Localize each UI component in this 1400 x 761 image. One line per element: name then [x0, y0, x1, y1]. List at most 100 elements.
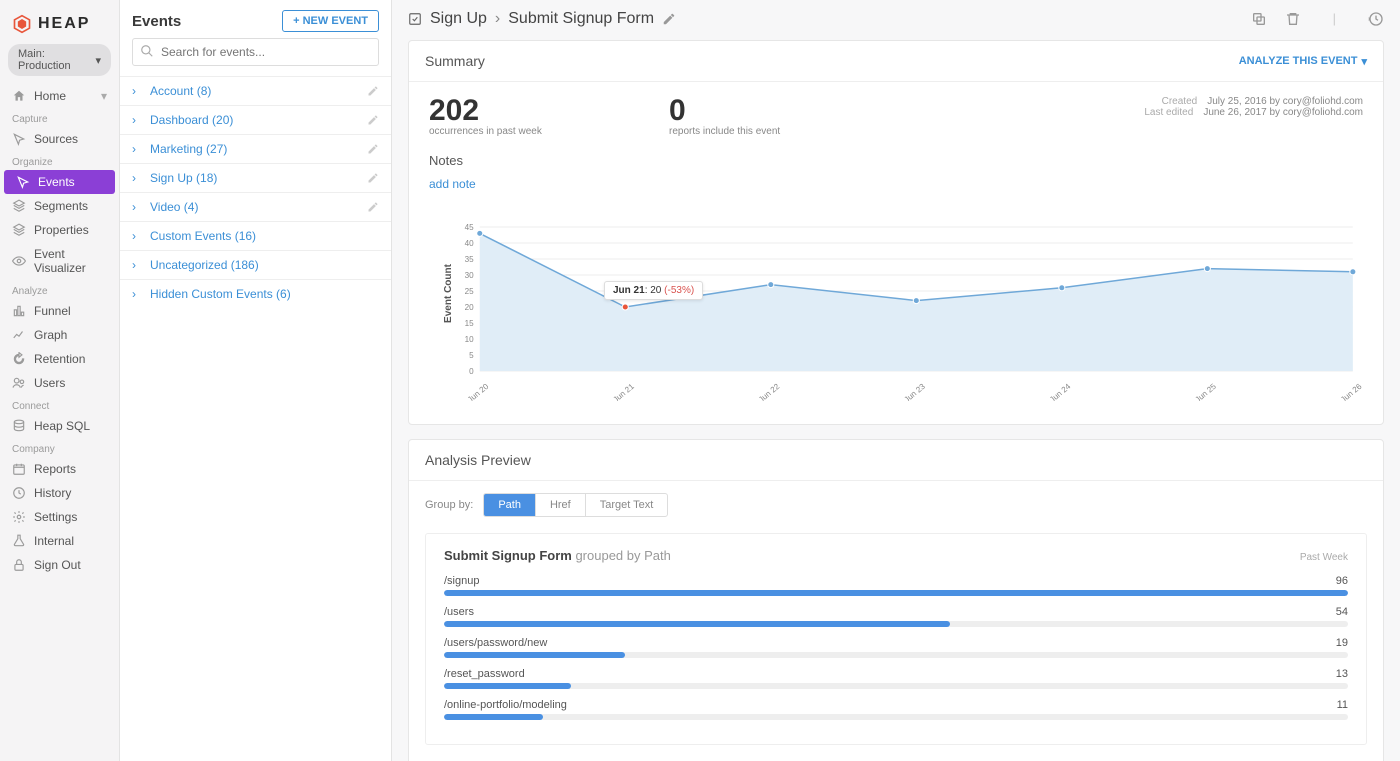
preview-subtitle: Submit Signup Form grouped by Path [444, 548, 671, 563]
environment-selector[interactable]: Main: Production ▾ [8, 44, 111, 76]
sidebar-item-events[interactable]: Events [4, 170, 115, 194]
bar-label: /users [444, 606, 474, 618]
svg-text:Jun 22: Jun 22 [757, 382, 782, 401]
sidebar-item-label: Reports [34, 462, 76, 476]
sidebar-item-internal[interactable]: Internal [0, 529, 119, 553]
sidebar-item-funnel[interactable]: Funnel [0, 299, 119, 323]
svg-text:Jun 21: Jun 21 [611, 382, 636, 401]
event-category-label: Dashboard (20) [150, 113, 233, 127]
sidebar-item-heap-sql[interactable]: Heap SQL [0, 414, 119, 438]
copy-icon[interactable] [1251, 11, 1267, 27]
sidebar-group-label: Company [0, 438, 119, 457]
created-value: July 25, 2016 by cory@foliohd.com [1207, 96, 1363, 107]
bar-track [444, 590, 1348, 596]
sidebar-item-reports[interactable]: Reports [0, 457, 119, 481]
heap-logo-icon [12, 14, 32, 34]
bar-label: /reset_password [444, 668, 525, 680]
gear-icon [12, 510, 26, 524]
svg-text:35: 35 [465, 255, 475, 264]
sidebar-item-label: Graph [34, 328, 67, 342]
sidebar-item-label: Heap SQL [34, 419, 90, 433]
chevron-down-icon: ▾ [101, 89, 107, 103]
event-category[interactable]: ›Custom Events (16) [120, 221, 391, 250]
pencil-icon[interactable] [662, 12, 676, 26]
main-content: Sign Up › Submit Signup Form | Summary A… [392, 0, 1400, 761]
event-category-label: Video (4) [150, 200, 198, 214]
chevron-right-icon: › [132, 258, 142, 272]
pencil-icon[interactable] [367, 201, 379, 213]
sidebar-item-label: Settings [34, 510, 77, 524]
sidebar-item-event-visualizer[interactable]: Event Visualizer [0, 242, 119, 280]
pencil-icon[interactable] [367, 114, 379, 126]
event-category[interactable]: ›Uncategorized (186) [120, 250, 391, 279]
svg-text:Jun 26: Jun 26 [1339, 382, 1363, 401]
sidebar-item-settings[interactable]: Settings [0, 505, 119, 529]
bar-value: 54 [1336, 606, 1348, 618]
event-category[interactable]: › Dashboard (20) [120, 105, 391, 134]
event-category[interactable]: ›Video (4) [120, 192, 391, 221]
summary-title: Summary [425, 53, 485, 69]
trash-icon[interactable] [1285, 11, 1301, 27]
chevron-right-icon: › [132, 113, 142, 127]
separator: | [1333, 11, 1336, 27]
sidebar-item-history[interactable]: History [0, 481, 119, 505]
event-category-label: Sign Up (18) [150, 171, 217, 185]
sidebar-item-properties[interactable]: Properties [0, 218, 119, 242]
breadcrumb-parent[interactable]: Sign Up [430, 10, 487, 28]
sidebar-item-label: Sources [34, 132, 78, 146]
svg-text:5: 5 [469, 351, 474, 360]
pencil-icon[interactable] [367, 85, 379, 97]
sidebar-item-sources[interactable]: Sources [0, 127, 119, 151]
breadcrumb-bar: Sign Up › Submit Signup Form | [408, 0, 1384, 40]
pencil-icon[interactable] [367, 143, 379, 155]
event-category[interactable]: ›Marketing (27) [120, 134, 391, 163]
sidebar-item-label: Funnel [34, 304, 71, 318]
events-panel: Events + NEW EVENT ›Account (8)›Dashboar… [120, 0, 392, 761]
sidebar-item-label: Event Visualizer [34, 247, 107, 275]
analyze-event-link[interactable]: ANALYZE THIS EVENT ▾ [1239, 55, 1367, 68]
event-category[interactable]: ›Hidden Custom Events (6) [120, 279, 391, 308]
sidebar-group-label: Organize [0, 151, 119, 170]
sidebar-item-users[interactable]: Users [0, 371, 119, 395]
new-event-button[interactable]: + NEW EVENT [282, 10, 379, 32]
groupby-pill[interactable]: Target Text [586, 494, 668, 516]
history-icon[interactable] [1368, 11, 1384, 27]
search-icon [140, 44, 154, 58]
chevron-down-icon: ▾ [1361, 55, 1367, 68]
summary-card: Summary ANALYZE THIS EVENT ▾ 202 occurre… [408, 40, 1384, 425]
sidebar-item-segments[interactable]: Segments [0, 194, 119, 218]
bar-track [444, 621, 1348, 627]
bar-value: 11 [1337, 699, 1348, 711]
pencil-icon[interactable] [367, 172, 379, 184]
chevron-right-icon: › [132, 84, 142, 98]
stat-occurrences: 202 occurrences in past week [429, 96, 669, 137]
stat-value: 202 [429, 96, 669, 126]
groupby-pill[interactable]: Path [484, 494, 536, 516]
add-note-link[interactable]: add note [429, 177, 476, 191]
bar-fill [444, 683, 571, 689]
sidebar-item-home[interactable]: Home ▾ [0, 84, 119, 108]
edited-label: Last edited [1144, 107, 1193, 118]
svg-text:45: 45 [465, 223, 475, 232]
sidebar-item-retention[interactable]: Retention [0, 347, 119, 371]
sidebar-item-sign-out[interactable]: Sign Out [0, 553, 119, 577]
svg-text:25: 25 [465, 287, 475, 296]
sidebar-item-label: Properties [34, 223, 89, 237]
environment-label: Main: Production [18, 48, 95, 72]
preview-bar-row: /users 54 [444, 606, 1348, 627]
cursor-click-icon [16, 175, 30, 189]
sidebar-item-label: Events [38, 175, 75, 189]
chevron-down-icon: ▾ [95, 54, 101, 67]
bar-value: 96 [1336, 575, 1348, 587]
bar-label: /users/password/new [444, 637, 547, 649]
preview-title: Analysis Preview [425, 452, 531, 468]
stack-icon [12, 223, 26, 237]
chart-svg: 051015202530354045Jun 20Jun 21Jun 22Jun … [429, 221, 1363, 401]
edited-value: June 26, 2017 by cory@foliohd.com [1203, 107, 1363, 118]
search-input[interactable] [132, 38, 379, 66]
groupby-pill[interactable]: Href [536, 494, 586, 516]
event-category[interactable]: ›Sign Up (18) [120, 163, 391, 192]
event-category[interactable]: ›Account (8) [120, 76, 391, 105]
logo[interactable]: HEAP [0, 0, 119, 44]
sidebar-item-graph[interactable]: Graph [0, 323, 119, 347]
